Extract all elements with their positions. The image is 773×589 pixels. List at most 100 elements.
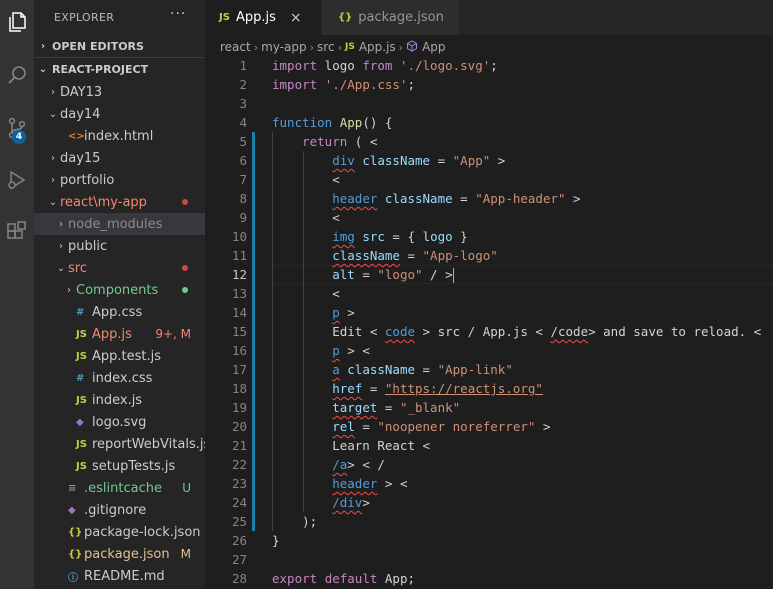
tree-item[interactable]: › portfolio bbox=[34, 169, 205, 191]
extensions-icon[interactable] bbox=[0, 212, 34, 252]
code-line[interactable]: function App() { bbox=[272, 113, 392, 132]
code-line[interactable]: className = "App-logo" bbox=[272, 246, 498, 265]
code-line[interactable]: import logo from './logo.svg'; bbox=[272, 56, 498, 75]
tree-item[interactable]: JS index.js bbox=[34, 389, 205, 411]
code-line[interactable]: div className = "App" > bbox=[272, 151, 505, 170]
scm-badge: 4 bbox=[12, 130, 26, 144]
more-actions-icon[interactable]: ··· bbox=[170, 6, 186, 22]
tree-item[interactable]: ◆ logo.svg bbox=[34, 411, 205, 433]
tree-item[interactable]: › Components bbox=[34, 279, 205, 301]
chevron-down-icon: ⌄ bbox=[38, 63, 48, 75]
chevron-right-icon: › bbox=[51, 152, 55, 164]
breadcrumb-item[interactable]: my-app bbox=[261, 40, 307, 54]
code-line[interactable]: } bbox=[272, 531, 280, 550]
explorer-title: EXPLORER bbox=[54, 11, 115, 24]
text-cursor bbox=[452, 268, 454, 283]
code-line[interactable]: rel = "noopener noreferrer" > bbox=[272, 417, 550, 436]
breadcrumb-item[interactable]: App bbox=[422, 40, 445, 54]
tree-item-label: reportWebVitals.js bbox=[92, 436, 205, 452]
code-line[interactable]: Learn React < bbox=[272, 436, 430, 455]
code-line[interactable]: target = "_blank" bbox=[272, 398, 460, 417]
line-number: 22 bbox=[231, 457, 247, 472]
code-line[interactable]: header > < bbox=[272, 474, 407, 493]
tree-item[interactable]: › public bbox=[34, 235, 205, 257]
code-line[interactable]: < bbox=[272, 208, 340, 227]
code-line[interactable]: p > bbox=[272, 303, 355, 322]
run-debug-icon[interactable] bbox=[0, 160, 34, 200]
tree-item[interactable]: # App.css bbox=[34, 301, 205, 323]
tree-item[interactable]: JS setupTests.js bbox=[34, 455, 205, 477]
line-number: 10 bbox=[231, 229, 247, 244]
code-line[interactable]: /div> bbox=[272, 493, 370, 512]
code-line[interactable]: p > < bbox=[272, 341, 370, 360]
code-editor[interactable]: 1 import logo from './logo.svg'; 2 import '… bbox=[205, 56, 773, 589]
code-line[interactable]: ); bbox=[272, 512, 317, 531]
code-line[interactable]: href = "https://reactjs.org" bbox=[272, 379, 543, 398]
line-number: 14 bbox=[231, 305, 247, 320]
code-line[interactable]: alt = "logo" / > bbox=[272, 265, 454, 284]
tree-item[interactable]: ⌄ src bbox=[34, 257, 205, 279]
tree-item[interactable]: ⌄ react\my-app bbox=[34, 191, 205, 213]
file-type-icon: # bbox=[76, 306, 85, 318]
code-line[interactable]: header className = "App-header" > bbox=[272, 189, 580, 208]
tree-item[interactable]: JS App.test.js bbox=[34, 345, 205, 367]
tab-label: App.js bbox=[235, 10, 276, 25]
cube-icon bbox=[406, 39, 418, 55]
git-status-badge: U bbox=[182, 481, 191, 495]
tree-item[interactable]: ≡ .eslintcache U bbox=[34, 477, 205, 499]
search-icon[interactable] bbox=[0, 55, 34, 95]
tree-item-label: src bbox=[68, 260, 87, 276]
tab-app-js[interactable]: JS App.js × bbox=[205, 0, 321, 35]
tab-label: package.json bbox=[358, 10, 444, 25]
js-file-icon: JS bbox=[219, 12, 230, 23]
close-icon[interactable]: × bbox=[290, 10, 302, 26]
file-type-icon: ≡ bbox=[68, 482, 77, 494]
line-number: 27 bbox=[231, 552, 247, 567]
breadcrumb-item[interactable]: react bbox=[220, 40, 251, 54]
code-line[interactable]: < bbox=[272, 170, 340, 189]
breadcrumb-item[interactable]: src bbox=[317, 40, 335, 54]
line-number: 4 bbox=[239, 115, 247, 130]
tree-item-label: Components bbox=[76, 282, 159, 298]
tree-item[interactable]: {} package-lock.json bbox=[34, 521, 205, 543]
open-editors-section[interactable]: › OPEN EDITORS bbox=[34, 35, 205, 57]
code-line[interactable]: /a> < / bbox=[272, 455, 385, 474]
code-line[interactable]: export default App; bbox=[272, 569, 415, 588]
project-section[interactable]: ⌄ REACT-PROJECT bbox=[34, 57, 205, 80]
tree-item[interactable]: # index.css bbox=[34, 367, 205, 389]
tree-item[interactable]: ◆ .gitignore bbox=[34, 499, 205, 521]
code-line[interactable]: Edit < code > src / App.js < /code> and … bbox=[272, 322, 761, 341]
tree-item[interactable]: › node_modules bbox=[34, 213, 205, 235]
line-number: 25 bbox=[231, 514, 247, 529]
code-line[interactable]: import './App.css'; bbox=[272, 75, 415, 94]
chevron-down-icon: ⌄ bbox=[48, 108, 58, 120]
code-line[interactable]: a className = "App-link" bbox=[272, 360, 513, 379]
tree-item-label: portfolio bbox=[60, 172, 115, 188]
explorer-icon[interactable] bbox=[0, 2, 34, 42]
line-number: 19 bbox=[231, 400, 247, 415]
tab-package-json[interactable]: {} package.json bbox=[322, 0, 459, 35]
tree-item-label: day15 bbox=[60, 150, 101, 166]
file-type-icon: ◆ bbox=[68, 504, 76, 516]
line-number: 9 bbox=[239, 210, 247, 225]
json-file-icon: {} bbox=[338, 12, 353, 23]
tree-item[interactable]: ⓘ README.md bbox=[34, 565, 205, 587]
code-line[interactable]: < bbox=[272, 284, 340, 303]
tree-item-label: README.md bbox=[84, 568, 165, 584]
activity-bar: 4 bbox=[0, 0, 34, 589]
tree-item[interactable]: › DAY13 bbox=[34, 81, 205, 103]
tree-item[interactable]: <> index.html bbox=[34, 125, 205, 147]
line-number: 16 bbox=[231, 343, 247, 358]
git-status-badge: 9+, M bbox=[155, 327, 191, 341]
tree-item[interactable]: JS App.js 9+, M bbox=[34, 323, 205, 345]
code-line[interactable]: return ( < bbox=[272, 132, 377, 151]
breadcrumb-item[interactable]: App.js bbox=[359, 40, 396, 54]
line-number: 6 bbox=[239, 153, 247, 168]
tree-item[interactable]: {} package.json M bbox=[34, 543, 205, 565]
code-line[interactable]: img src = { logo } bbox=[272, 227, 468, 246]
tree-item[interactable]: ⌄ day14 bbox=[34, 103, 205, 125]
chevron-right-icon: › bbox=[67, 284, 71, 296]
tree-item[interactable]: › day15 bbox=[34, 147, 205, 169]
tree-item[interactable]: JS reportWebVitals.js bbox=[34, 433, 205, 455]
explorer-sidebar: EXPLORER ··· › OPEN EDITORS ⌄ REACT-PROJ… bbox=[34, 0, 205, 589]
